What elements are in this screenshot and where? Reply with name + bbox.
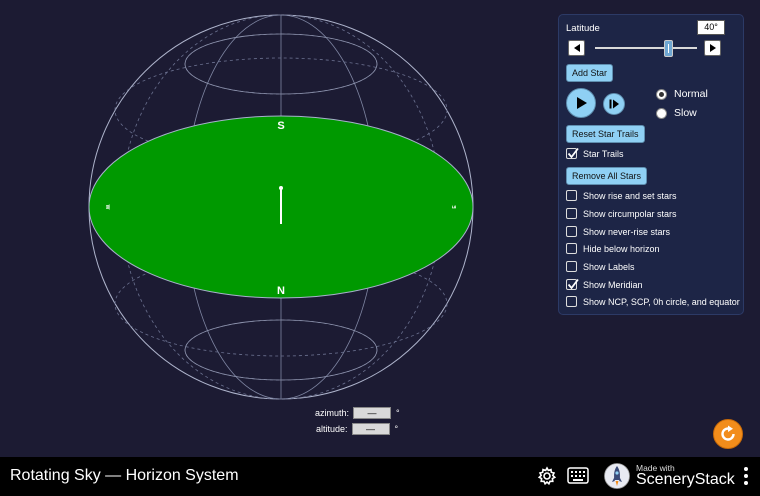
show-rise-set-checkbox[interactable]: Show rise and set stars — [566, 190, 677, 201]
speed-slow-option[interactable]: Slow — [656, 107, 697, 119]
brand-text: Made with SceneryStack — [636, 464, 735, 489]
show-circumpolar-checkbox[interactable]: Show circumpolar stars — [566, 208, 677, 219]
compass-north: N — [277, 285, 285, 297]
show-ncp-scp-checkbox[interactable]: Show NCP, SCP, 0h circle, and equator — [566, 296, 740, 307]
reset-star-trails-button[interactable]: Reset Star Trails — [566, 125, 645, 143]
star-trails-checkbox[interactable]: Star Trails — [566, 147, 624, 159]
scenerystack-brand[interactable]: Made with SceneryStack — [604, 462, 735, 490]
celestial-sphere[interactable]: S N W E — [0, 0, 556, 457]
compass-south: S — [277, 120, 284, 132]
checkbox-box[interactable] — [566, 261, 577, 272]
checkmark-icon — [567, 278, 579, 290]
arrow-right-icon — [709, 44, 716, 52]
azimuth-label: azimuth: — [315, 408, 350, 418]
step-forward-button[interactable] — [603, 93, 625, 115]
play-button[interactable] — [566, 88, 596, 118]
altitude-value: — — [351, 423, 390, 435]
latitude-decrement-button[interactable] — [568, 40, 585, 56]
play-icon — [577, 97, 587, 109]
rocket-logo-icon — [604, 463, 630, 489]
show-rise-set-label: Show rise and set stars — [583, 190, 677, 201]
speed-normal-label: Normal — [674, 88, 708, 100]
sim-stage: S N W E Latitude 40° Add Star Normal Slo… — [0, 0, 760, 457]
add-star-button[interactable]: Add Star — [566, 64, 614, 82]
show-never-rise-label: Show never-rise stars — [583, 226, 671, 237]
more-menu-icon[interactable] — [744, 467, 750, 487]
latitude-slider-thumb[interactable] — [664, 40, 674, 57]
azimuth-value: — — [353, 407, 392, 419]
show-never-rise-checkbox[interactable]: Show never-rise stars — [566, 226, 670, 237]
step-forward-icon — [609, 99, 619, 109]
reset-all-button[interactable] — [713, 419, 743, 449]
sim-title: Rotating Sky — Horizon System — [10, 467, 239, 484]
brand-name: SceneryStack — [636, 471, 735, 489]
altitude-readout: altitude: — ° — [316, 423, 398, 435]
checkbox-box[interactable] — [566, 190, 577, 201]
speed-normal-option[interactable]: Normal — [656, 88, 708, 100]
speed-slow-label: Slow — [674, 107, 697, 119]
azimuth-readout: azimuth: — ° — [315, 407, 400, 419]
hide-below-horizon-checkbox[interactable]: Hide below horizon — [566, 243, 660, 254]
show-labels-label: Show Labels — [583, 261, 635, 272]
altitude-label: altitude: — [316, 424, 348, 434]
arrow-left-icon — [573, 44, 580, 52]
hide-below-horizon-label: Hide below horizon — [583, 243, 660, 254]
checkbox-box[interactable] — [566, 226, 577, 237]
compass-west: W — [104, 205, 110, 210]
control-panel: Latitude 40° Add Star Normal Slow Reset … — [558, 14, 744, 315]
remove-all-stars-button[interactable]: Remove All Stars — [566, 167, 648, 185]
latitude-label: Latitude — [566, 23, 600, 34]
radio-button[interactable] — [656, 107, 667, 119]
show-meridian-label: Show Meridian — [583, 279, 643, 290]
checkbox-box[interactable] — [566, 147, 579, 159]
show-meridian-checkbox[interactable]: Show Meridian — [566, 278, 643, 290]
azimuth-unit: ° — [396, 408, 400, 418]
latitude-value-display: 40° — [697, 20, 725, 35]
show-labels-checkbox[interactable]: Show Labels — [566, 261, 635, 272]
navigation-bar: Rotating Sky — Horizon System Made with … — [0, 457, 760, 496]
reset-icon — [721, 425, 735, 441]
show-ncp-scp-label: Show NCP, SCP, 0h circle, and equator — [583, 296, 740, 307]
checkbox-box[interactable] — [566, 278, 579, 290]
checkbox-box[interactable] — [566, 208, 577, 219]
checkbox-box[interactable] — [566, 243, 577, 254]
keyboard-icon[interactable] — [567, 467, 589, 484]
altitude-unit: ° — [394, 424, 399, 434]
checkbox-box[interactable] — [566, 296, 577, 307]
star-trails-label: Star Trails — [583, 148, 624, 159]
checkmark-icon — [567, 147, 579, 159]
latitude-increment-button[interactable] — [704, 40, 721, 56]
latitude-slider-track[interactable] — [595, 47, 697, 49]
show-circumpolar-label: Show circumpolar stars — [583, 208, 677, 219]
radio-button[interactable] — [656, 88, 667, 100]
gear-icon[interactable] — [537, 466, 557, 486]
zenith-point — [279, 186, 283, 190]
